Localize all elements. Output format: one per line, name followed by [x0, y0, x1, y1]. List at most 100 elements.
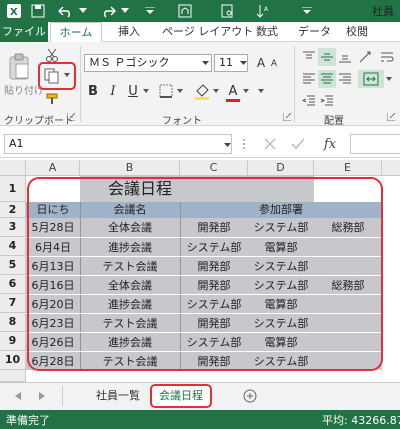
- tab-file[interactable]: ファイル: [0, 22, 48, 42]
- fx-label: fx: [323, 136, 337, 152]
- fill-color-icon[interactable]: [192, 80, 212, 102]
- underline-button[interactable]: U: [124, 82, 142, 100]
- more-commands-icon[interactable]: [298, 2, 316, 20]
- font-name-combo[interactable]: ＭＳ Ｐゴシック: [84, 54, 212, 72]
- name-box-dropdown-icon[interactable]: [222, 140, 232, 150]
- touch-mode-icon[interactable]: [176, 2, 194, 20]
- italic-label: I: [110, 83, 116, 99]
- row-header[interactable]: 4: [0, 237, 26, 256]
- selection-highlight: [27, 177, 383, 371]
- font-size-dropdown-icon[interactable]: [238, 58, 248, 68]
- underline-dropdown-icon[interactable]: [142, 86, 150, 96]
- row-header[interactable]: 6: [0, 275, 26, 294]
- copy-icon[interactable]: [42, 67, 62, 85]
- row-header[interactable]: 5: [0, 256, 26, 275]
- select-all-corner[interactable]: [0, 160, 26, 176]
- align-middle-icon[interactable]: [318, 48, 336, 66]
- tab-review[interactable]: 校閲: [346, 22, 368, 42]
- tab-page-layout[interactable]: ページ レイアウト: [162, 22, 253, 42]
- separator: [62, 386, 63, 406]
- print-preview-icon[interactable]: [218, 2, 236, 20]
- format-painter-icon[interactable]: [44, 92, 62, 106]
- merge-center-icon[interactable]: [358, 70, 384, 88]
- undo-icon[interactable]: [56, 2, 76, 20]
- shrink-font-label: A: [270, 59, 278, 69]
- tab-data[interactable]: データ: [298, 22, 331, 42]
- align-center-icon[interactable]: [318, 70, 336, 88]
- formula-input[interactable]: [350, 134, 400, 154]
- separator: [294, 46, 295, 122]
- redo-dropdown-icon[interactable]: [120, 2, 130, 20]
- shrink-font-button[interactable]: A: [268, 56, 280, 72]
- tab-insert[interactable]: 挿入: [118, 22, 140, 42]
- italic-button[interactable]: I: [104, 82, 122, 100]
- font-color-dropdown-icon[interactable]: [242, 86, 250, 96]
- borders-dropdown-icon[interactable]: [176, 86, 184, 96]
- bold-button[interactable]: B: [84, 82, 102, 100]
- undo-dropdown-icon[interactable]: [78, 2, 88, 20]
- row-header[interactable]: 1: [0, 176, 26, 202]
- row-header[interactable]: 8: [0, 313, 26, 332]
- copy-dropdown-icon[interactable]: [63, 70, 71, 80]
- sort-icon[interactable]: A: [254, 2, 272, 20]
- svg-text:X: X: [10, 7, 18, 18]
- excel-logo-icon: X: [6, 2, 22, 20]
- row-header[interactable]: 9: [0, 332, 26, 351]
- name-box[interactable]: A1: [4, 134, 232, 154]
- decrease-indent-icon[interactable]: [300, 92, 318, 110]
- paste-icon[interactable]: [6, 52, 32, 82]
- status-average[interactable]: 平均: 43266.875: [322, 412, 400, 428]
- row-header[interactable]: [0, 370, 26, 382]
- row-header[interactable]: 2: [0, 202, 26, 218]
- borders-icon[interactable]: [156, 82, 176, 100]
- tab-home[interactable]: ホーム: [50, 22, 102, 42]
- row-header[interactable]: 10: [0, 351, 26, 370]
- align-bottom-icon[interactable]: [336, 48, 354, 66]
- grow-font-label: A: [256, 56, 266, 70]
- customize-qat-icon[interactable]: [140, 2, 160, 20]
- grow-font-button[interactable]: A: [254, 54, 268, 72]
- redo-icon[interactable]: [98, 2, 118, 20]
- align-left-icon[interactable]: [300, 70, 318, 88]
- insert-function-button[interactable]: fx: [318, 134, 342, 154]
- formula-bar-grip-icon[interactable]: [240, 136, 248, 152]
- sheet-tab-schedule[interactable]: 会議日程: [150, 384, 212, 408]
- font-group-label: フォント: [162, 116, 202, 127]
- column-header-f[interactable]: [382, 160, 400, 176]
- separator: [80, 46, 81, 122]
- column-header-a[interactable]: A: [26, 160, 80, 176]
- font-launcher-icon[interactable]: [282, 112, 292, 122]
- row-header[interactable]: 7: [0, 294, 26, 313]
- clipboard-launcher-icon[interactable]: [66, 112, 76, 122]
- column-header-b[interactable]: B: [80, 160, 180, 176]
- svg-text:A: A: [264, 6, 269, 13]
- new-sheet-icon[interactable]: [242, 388, 258, 404]
- column-header-c[interactable]: C: [180, 160, 248, 176]
- align-top-icon[interactable]: [300, 48, 318, 66]
- fill-color-dropdown-icon[interactable]: [212, 86, 220, 96]
- align-right-icon[interactable]: [336, 70, 354, 88]
- prev-sheet-icon[interactable]: [12, 390, 24, 402]
- cut-icon[interactable]: [44, 48, 60, 62]
- save-icon[interactable]: [30, 2, 46, 20]
- phonetic-dropdown-icon[interactable]: [256, 86, 266, 96]
- row-header[interactable]: 3: [0, 218, 26, 237]
- merge-dropdown-icon[interactable]: [384, 74, 394, 84]
- tab-formulas[interactable]: 数式: [256, 22, 278, 42]
- underline-label: U: [128, 83, 138, 99]
- column-header-d[interactable]: D: [248, 160, 314, 176]
- alignment-launcher-icon[interactable]: [386, 112, 396, 122]
- font-name-dropdown-icon[interactable]: [200, 58, 210, 68]
- next-sheet-icon[interactable]: [36, 390, 48, 402]
- column-header-e[interactable]: E: [314, 160, 382, 176]
- cancel-icon[interactable]: [262, 136, 278, 152]
- enter-icon[interactable]: [290, 136, 306, 152]
- sheet-tab-employees[interactable]: 社員一覧: [90, 386, 146, 406]
- worksheet-grid[interactable]: A B C D E 1 2 3 4 5 6 7 8 9 10 会議日程 日にち …: [0, 160, 400, 382]
- font-name-value: ＭＳ Ｐゴシック: [89, 56, 170, 69]
- font-color-label: A: [228, 83, 238, 99]
- status-ready: 準備完了: [6, 414, 50, 427]
- increase-indent-icon[interactable]: [318, 92, 336, 110]
- orientation-icon[interactable]: [356, 48, 374, 66]
- wrap-text-icon[interactable]: [378, 48, 396, 66]
